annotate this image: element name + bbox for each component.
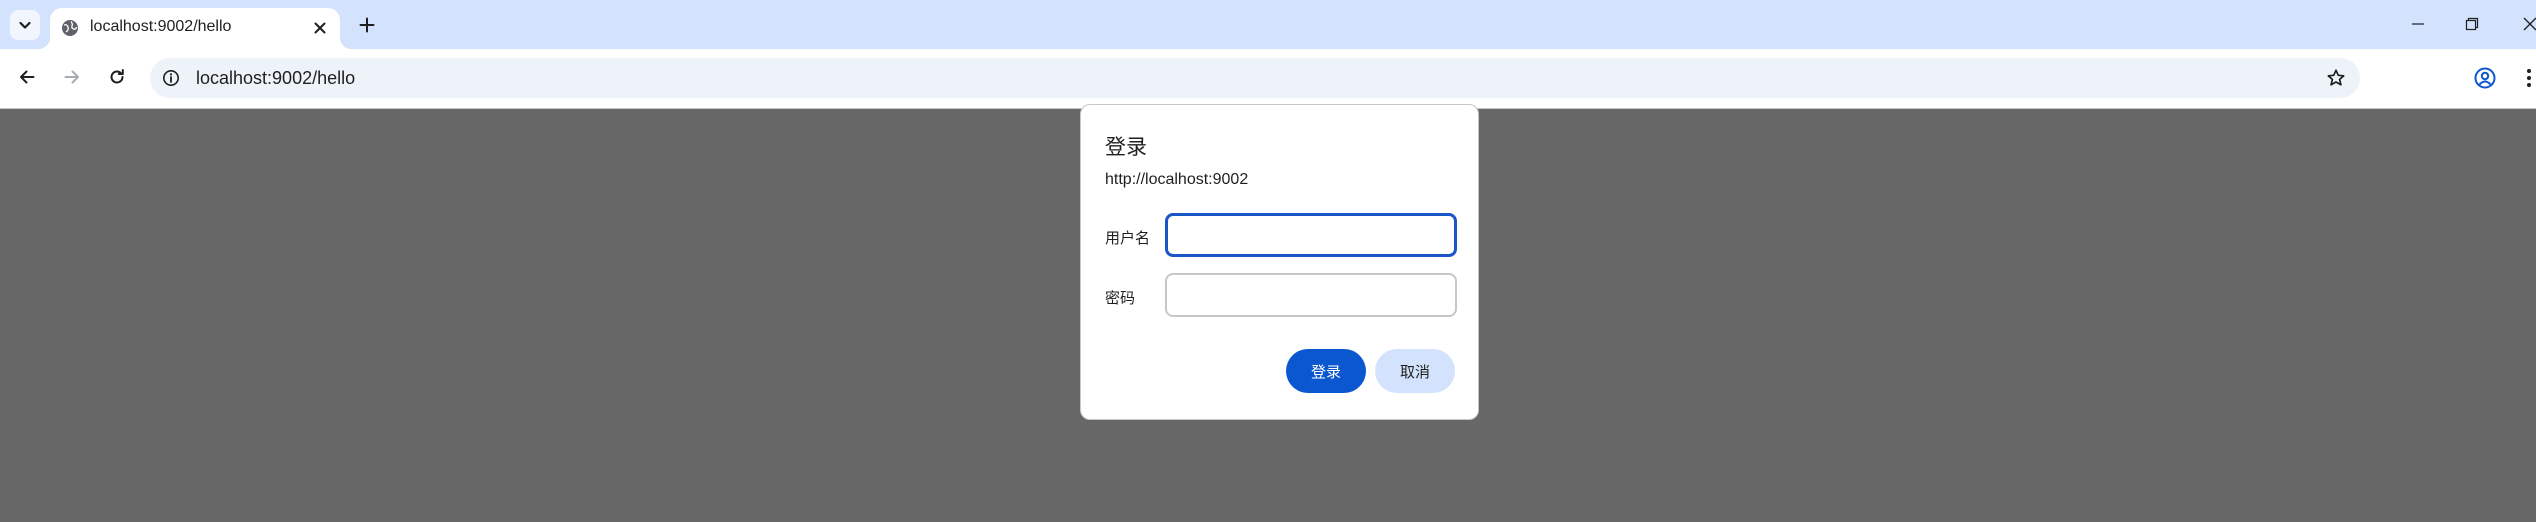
tab-title: localhost:9002/hello <box>90 18 232 35</box>
menu-button[interactable] <box>2522 65 2536 91</box>
arrow-right-icon <box>64 70 79 84</box>
restore-icon <box>2465 17 2479 31</box>
tab-close-button[interactable] <box>309 17 331 39</box>
login-button[interactable]: 登录 <box>1286 349 1366 393</box>
reload-icon <box>110 69 124 84</box>
password-input[interactable] <box>1165 273 1457 317</box>
tab-search-button[interactable] <box>10 10 40 40</box>
plus-icon <box>359 17 375 33</box>
tab-strip: localhost:9002/hello <box>0 0 2536 49</box>
arrow-left-icon <box>20 70 35 84</box>
bookmark-button[interactable] <box>2324 66 2348 90</box>
username-input[interactable] <box>1165 213 1457 257</box>
more-vertical-icon <box>2527 69 2531 87</box>
close-icon <box>314 22 326 34</box>
username-label: 用户名 <box>1105 230 1151 247</box>
star-icon <box>2327 69 2345 86</box>
reload-button[interactable] <box>102 62 132 92</box>
minimize-icon <box>2412 23 2424 25</box>
toolbar: localhost:9002/hello <box>0 49 2536 109</box>
back-button[interactable] <box>12 62 42 92</box>
url-text[interactable]: localhost:9002/hello <box>196 68 355 89</box>
chevron-down-icon <box>19 21 31 29</box>
restore-button[interactable] <box>2452 7 2492 41</box>
forward-button[interactable] <box>57 62 87 92</box>
tab-active[interactable]: localhost:9002/hello <box>38 8 352 49</box>
login-dialog: 登录 http://localhost:9002 用户名 密码 登录 取消 <box>1080 104 1479 420</box>
address-bar[interactable]: localhost:9002/hello <box>150 58 2360 98</box>
site-info-button[interactable] <box>160 67 182 89</box>
dialog-origin: http://localhost:9002 <box>1105 171 1249 188</box>
dialog-title: 登录 <box>1105 136 1147 159</box>
cancel-button[interactable]: 取消 <box>1375 349 1455 393</box>
info-icon <box>163 70 179 86</box>
window-close-button[interactable] <box>2510 7 2536 41</box>
globe-icon <box>62 20 78 36</box>
profile-button[interactable] <box>2472 65 2498 91</box>
minimize-button[interactable] <box>2398 7 2438 41</box>
profile-icon <box>2474 67 2496 89</box>
close-icon <box>2523 17 2536 31</box>
new-tab-button[interactable] <box>352 10 382 40</box>
password-label: 密码 <box>1105 290 1136 307</box>
